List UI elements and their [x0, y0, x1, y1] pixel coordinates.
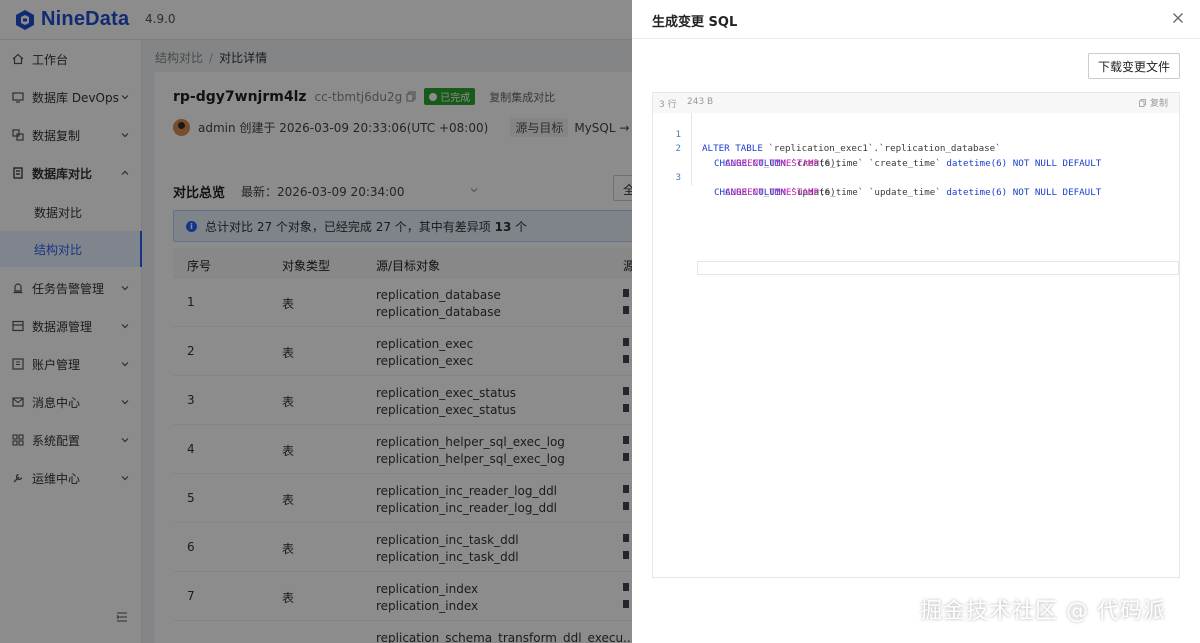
sql-text: (6) — [819, 186, 836, 198]
drawer-divider — [632, 38, 1200, 39]
sql-type: datetime — [946, 186, 991, 198]
close-icon[interactable] — [1172, 12, 1184, 24]
code-line: 2 CHANGE COLUMN `create_time` `create_ti… — [653, 128, 1179, 169]
sql-drawer: 生成变更 SQL 下载变更文件 3 行 243 B 复制 1 ALTER TAB… — [632, 0, 1200, 643]
sql-number: (6) — [990, 186, 1008, 198]
watermark: 掘金技术社区 @ 代码派 — [920, 599, 1166, 624]
modal-backdrop[interactable] — [0, 0, 632, 643]
code-header: 3 行 243 B 复制 — [653, 93, 1179, 113]
current-line-highlight — [697, 261, 1179, 275]
sql-function: CURRENT_TIMESTAMP — [725, 186, 820, 198]
code-line: CURRENT_TIMESTAMP(6) — [653, 171, 1179, 198]
download-file-button[interactable]: 下载变更文件 — [1088, 53, 1180, 79]
copy-code-button[interactable]: 复制 — [1139, 96, 1168, 109]
code-line: 1 ALTER TABLE `replication_exec1`.`repli… — [653, 113, 1179, 155]
drawer-title: 生成变更 SQL — [652, 15, 738, 30]
line-count: 3 行 — [659, 100, 677, 110]
sql-keyword: NOT NULL DEFAULT — [1007, 186, 1102, 198]
code-size: 243 B — [687, 97, 714, 107]
code-line: 3 CHANGE COLUMN `update_time` `update_ti… — [653, 157, 1179, 198]
copy-label: 复制 — [1150, 99, 1169, 109]
copy-icon — [1139, 98, 1146, 107]
sql-code-box: 3 行 243 B 复制 1 ALTER TABLE `replication_… — [652, 92, 1180, 578]
code-line: CURRENT_TIMESTAMP(6), — [653, 142, 1179, 169]
